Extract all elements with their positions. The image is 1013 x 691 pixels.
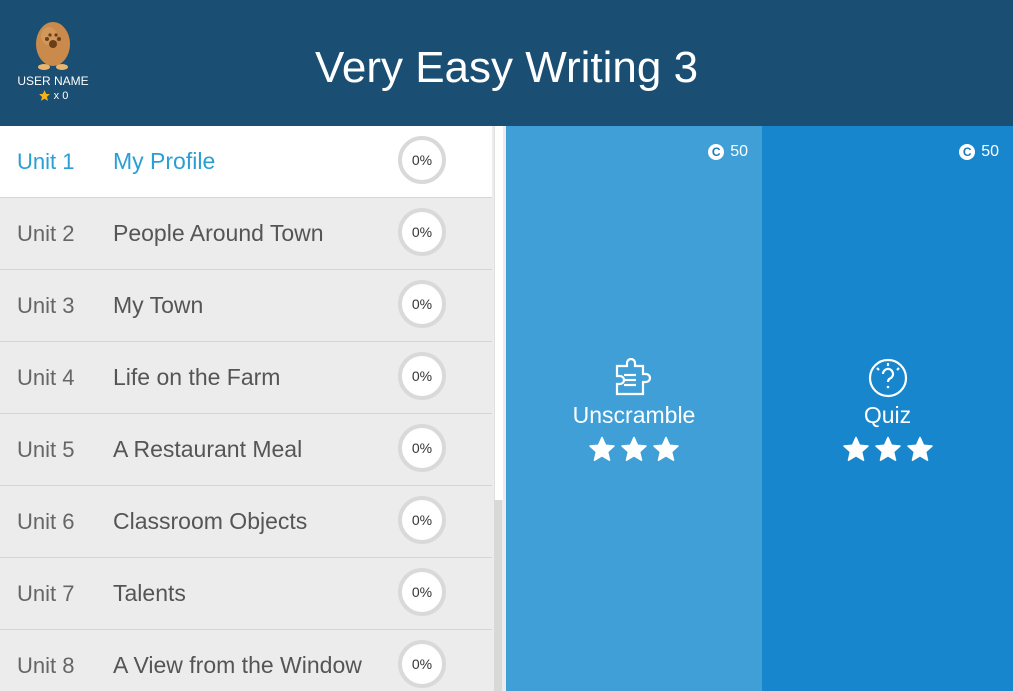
unit-progress-ring: 0% <box>398 640 446 688</box>
unit-title: Classroom Objects <box>113 508 308 534</box>
unit-row-2[interactable]: Unit 2 People Around Town 0% <box>0 198 492 270</box>
unit-number: Unit 6 <box>17 509 75 534</box>
unit-number: Unit 5 <box>17 437 75 462</box>
unit-title: My Town <box>113 292 204 318</box>
unit-row-1[interactable]: Unit 1 My Profile 0% <box>0 126 492 198</box>
activity-label: Unscramble <box>572 402 696 428</box>
unit-number: Unit 8 <box>17 653 75 678</box>
coin-amount: 50 <box>730 143 748 160</box>
puzzle-icon <box>615 357 652 396</box>
coin-amount: 50 <box>981 143 999 160</box>
star-icon <box>589 436 615 461</box>
scroll-track <box>494 500 502 691</box>
star-icon <box>906 436 933 461</box>
unit-row-8[interactable]: Unit 8 A View from the Window 0% <box>0 630 492 691</box>
coin-reward: C 50 <box>708 143 748 161</box>
coin-icon: C <box>708 144 725 160</box>
unit-progress-ring: 0% <box>398 424 446 472</box>
unit-number: Unit 4 <box>17 365 75 390</box>
scroll-thumb[interactable] <box>494 126 503 500</box>
unit-row-3[interactable]: Unit 3 My Town 0% <box>0 270 492 342</box>
unit-progress-ring: 0% <box>398 568 446 616</box>
unit-progress-ring: 0% <box>398 352 446 400</box>
unit-row-5[interactable]: Unit 5 A Restaurant Meal 0% <box>0 414 492 486</box>
unit-row-4[interactable]: Unit 4 Life on the Farm 0% <box>0 342 492 414</box>
unit-title: Life on the Farm <box>113 364 281 390</box>
unit-number: Unit 1 <box>17 149 75 174</box>
coin-icon: C <box>959 144 976 160</box>
unit-title: A Restaurant Meal <box>113 436 303 462</box>
coin-reward: C 50 <box>959 143 999 161</box>
unit-title: Talents <box>113 580 186 606</box>
activity-stars <box>762 436 1013 462</box>
star-icon <box>874 436 901 461</box>
unscramble-activity-card[interactable]: C 50 Unscramble <box>506 126 762 691</box>
unit-number: Unit 3 <box>17 293 75 318</box>
unit-progress-ring: 0% <box>398 136 446 184</box>
star-icon <box>653 436 679 461</box>
unit-list-scrollbar[interactable] <box>492 126 506 691</box>
star-icon <box>842 436 869 461</box>
question-bulb-icon <box>868 358 907 398</box>
unit-title: My Profile <box>113 148 216 174</box>
unit-list: Unit 1 My Profile 0% Unit 2 People Aroun… <box>0 126 492 691</box>
unit-row-7[interactable]: Unit 7 Talents 0% <box>0 558 492 630</box>
unit-progress-ring: 0% <box>398 496 446 544</box>
unit-row-6[interactable]: Unit 6 Classroom Objects 0% <box>0 486 492 558</box>
unit-number: Unit 7 <box>17 581 75 606</box>
unit-number: Unit 2 <box>17 221 75 246</box>
unit-progress-ring: 0% <box>398 280 446 328</box>
app-header: USER NAME x 0 Very Easy Writing 3 <box>0 0 1013 126</box>
star-icon <box>621 436 647 461</box>
unit-title: A View from the Window <box>113 652 362 678</box>
unit-title: People Around Town <box>113 220 324 246</box>
activity-stars <box>506 436 762 462</box>
page-title: Very Easy Writing 3 <box>314 43 699 92</box>
quiz-activity-card[interactable]: C 50 Quiz <box>762 126 1013 691</box>
activity-label: Quiz <box>863 402 912 428</box>
unit-progress-ring: 0% <box>398 208 446 256</box>
